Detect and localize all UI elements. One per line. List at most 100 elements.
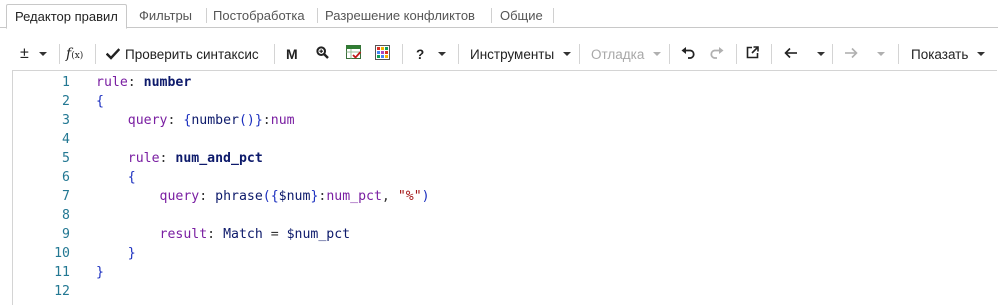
toolbar-divider (771, 44, 772, 64)
checkmark-icon (105, 47, 121, 61)
tab-bar: Редактор правил Фильтры Постобработка Ра… (0, 0, 998, 29)
code-token: result (159, 227, 208, 242)
redo-button[interactable] (709, 39, 725, 69)
debug-dropdown-button[interactable]: Отладка (591, 39, 663, 69)
search-button[interactable] (316, 39, 330, 69)
code-token: } (127, 246, 136, 261)
line-number: 1 (62, 75, 70, 90)
line-number: 10 (54, 246, 70, 261)
code-token: phrase (215, 189, 263, 204)
chevron-down-icon (977, 52, 986, 56)
tab-label: Постобработка (213, 8, 305, 23)
debug-label: Отладка (591, 46, 645, 62)
code-line[interactable]: 9 result: Match = $num_pct (13, 225, 997, 244)
redo-icon (709, 46, 724, 62)
chevron-down-icon (438, 52, 447, 56)
toolbar-divider (458, 44, 459, 64)
code-token: } (96, 265, 104, 280)
code-line[interactable]: 11} (13, 263, 997, 282)
undo-icon (681, 46, 696, 62)
tab-label: Фильтры (139, 8, 193, 23)
tab-filters[interactable]: Фильтры (131, 4, 200, 28)
plus-minus-icon: ± (20, 45, 29, 62)
function-button[interactable]: f(x) (66, 39, 86, 69)
tools-label: Инструменты (470, 46, 555, 62)
code-token: : (207, 227, 224, 242)
code-line[interactable]: 2{ (13, 92, 997, 111)
code-text: result: Match = $num_pct (96, 225, 351, 244)
line-number: 11 (54, 265, 70, 280)
toolbar-divider (832, 44, 833, 64)
code-text: rule: num_and_pct (96, 149, 263, 168)
code-token: () (238, 113, 255, 128)
tab-rule-editor[interactable]: Редактор правил (6, 4, 127, 29)
tab-general[interactable]: Общие (492, 4, 551, 28)
search-icon (316, 46, 329, 62)
macro-label: M (286, 46, 298, 62)
code-text: rule: number (96, 73, 191, 92)
line-number: 7 (62, 189, 70, 204)
help-dropdown-button[interactable]: ? (416, 39, 448, 69)
code-token: Match (223, 227, 263, 242)
code-token: : (127, 75, 144, 90)
tab-label: Общие (500, 8, 543, 23)
macro-button[interactable]: M (286, 39, 300, 69)
tools-dropdown-button[interactable]: Инструменты (470, 39, 574, 69)
show-dropdown-button[interactable]: Показать (911, 39, 996, 69)
code-token: : (199, 189, 216, 204)
check-syntax-label: Проверить синтаксис (125, 46, 259, 62)
toolbar-divider (736, 44, 737, 64)
insert-dropdown-button[interactable]: ± (20, 39, 54, 69)
code-token: rule (96, 75, 128, 90)
grid-icon (375, 45, 390, 63)
line-number: 12 (54, 284, 70, 299)
line-number: 3 (62, 113, 70, 128)
table-check-icon (346, 45, 362, 63)
code-text: } (96, 244, 136, 263)
external-link-icon (746, 46, 759, 62)
code-line[interactable]: 3 query: {number()}:num (13, 111, 997, 130)
code-line[interactable]: 1 rule: number (13, 73, 997, 92)
line-number: 9 (62, 227, 70, 242)
code-line[interactable]: 6 { (13, 168, 997, 187)
open-external-button[interactable] (746, 39, 760, 69)
grid-button[interactable] (375, 39, 391, 69)
code-token: = (262, 227, 287, 242)
code-token: } (254, 113, 263, 128)
code-token: $num (278, 189, 311, 204)
tab-label: Разрешение конфликтов (325, 8, 475, 23)
code-line[interactable]: 5 rule: num_and_pct (13, 149, 997, 168)
code-text: } (96, 263, 104, 282)
code-line[interactable]: 10 } (13, 244, 997, 263)
code-token: : (262, 113, 271, 128)
code-line[interactable]: 12 (13, 282, 997, 301)
code-line[interactable]: 4 (13, 130, 997, 149)
code-token: "%" (397, 189, 422, 204)
forward-dropdown-button[interactable] (844, 39, 888, 69)
code-token: num (270, 113, 295, 128)
show-label: Показать (911, 46, 969, 62)
tab-conflict-resolution[interactable]: Разрешение конфликтов (317, 4, 483, 28)
code-line[interactable]: 8 (13, 206, 997, 225)
undo-button[interactable] (681, 39, 697, 69)
tab-label: Редактор правил (15, 9, 118, 24)
toolbar-divider (898, 44, 899, 64)
code-token: , (381, 189, 398, 204)
back-dropdown-button[interactable] (784, 39, 828, 69)
check-syntax-button[interactable]: Проверить синтаксис (105, 39, 266, 69)
code-editor[interactable]: 1 rule: number 2{3 query: {number()}:num 4 5… (12, 70, 997, 305)
table-check-button[interactable] (346, 39, 362, 69)
tab-postprocessing[interactable]: Постобработка (205, 4, 313, 28)
toolbar-divider (95, 44, 96, 64)
toolbar-divider (669, 44, 670, 64)
line-number: 8 (62, 208, 70, 223)
code-token: query (127, 113, 168, 128)
code-line[interactable]: 7 query: phrase({$num}:num_pct, "%") (13, 187, 997, 206)
code-token: num_pct (326, 189, 382, 204)
toolbar-divider (59, 44, 60, 64)
code-token: ( (262, 189, 271, 204)
chevron-down-icon (877, 52, 885, 56)
